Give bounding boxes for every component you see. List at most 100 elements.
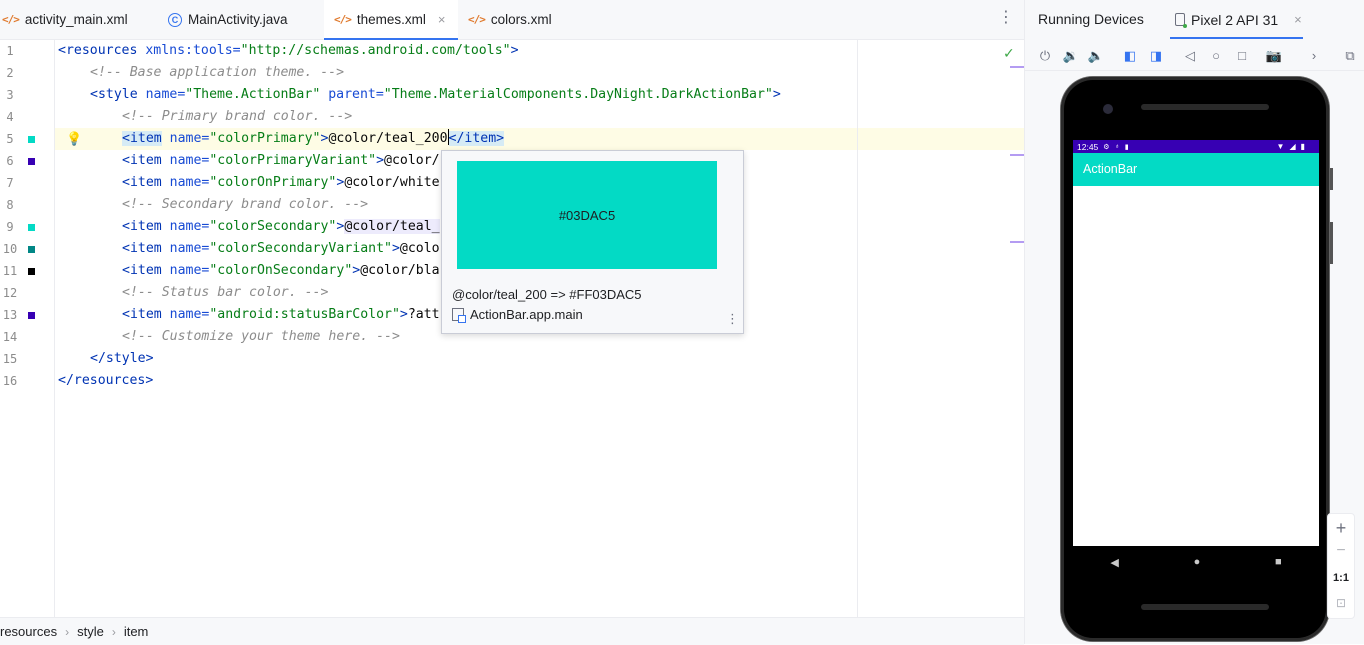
xml-text: @color/teal_: [344, 219, 440, 234]
xml-text: @color/teal_200: [328, 131, 448, 146]
line-number: 5: [6, 132, 14, 146]
running-devices-pane: Running Devices Pixel 2 API 31 × ⏻ 🔉 🔈 ◧…: [1024, 0, 1364, 644]
xml-tag: >: [510, 43, 519, 58]
scrollbar-marker[interactable]: [1010, 66, 1024, 68]
xml-comment: <!-- Secondary brand color. -->: [122, 197, 369, 212]
xml-tag: <style: [90, 87, 138, 102]
xml-file-icon: </>: [334, 13, 352, 26]
rotate-left-icon[interactable]: ◧: [1121, 48, 1139, 64]
breadcrumb-item[interactable]: resources: [0, 624, 57, 639]
screenshot-icon[interactable]: 📷: [1265, 48, 1283, 64]
no-problems-check-icon[interactable]: ✓: [1003, 45, 1015, 62]
xml-attr: name=: [137, 87, 186, 102]
breadcrumb-item[interactable]: item: [124, 624, 149, 639]
home-icon[interactable]: ○: [1207, 48, 1225, 64]
nav-recents-icon[interactable]: ■: [1275, 556, 1282, 568]
editor-tab-bar: </> activity_main.xml C MainActivity.jav…: [0, 0, 1024, 40]
tab-label: activity_main.xml: [24, 12, 128, 27]
xml-text: @color/white: [344, 175, 440, 190]
zoom-actual-size[interactable]: 1:1: [1328, 572, 1354, 584]
breadcrumb-item[interactable]: style: [77, 624, 104, 639]
xml-file-icon: </>: [468, 13, 486, 26]
xml-tag: <item: [122, 219, 162, 234]
code-line-15: </style>: [90, 348, 154, 370]
xml-attr: xmlns:tools=: [137, 43, 241, 58]
ide-window: </> activity_main.xml C MainActivity.jav…: [0, 0, 1364, 645]
running-devices-title: Running Devices: [1038, 11, 1144, 27]
line-number: 2: [6, 66, 14, 80]
code-line-1: <resources xmlns:tools="http://schemas.a…: [58, 40, 519, 62]
code-line-5: <item name="colorPrimary">@color/teal_20…: [122, 128, 505, 150]
xml-attr: name=: [161, 153, 210, 168]
xml-tag: >: [772, 87, 781, 102]
xml-tag: </style>: [90, 351, 154, 366]
code-line-4: <!-- Primary brand color. -->: [122, 106, 352, 128]
xml-file-icon: </>: [2, 13, 20, 26]
device-screen[interactable]: 12:45 ⚙ ♁ ▮ ▼ ◢ ▮ ActionBar: [1073, 140, 1319, 546]
xml-tag: </resources>: [58, 373, 154, 388]
color-hex-label: #03DAC5: [558, 207, 616, 223]
device-icon: [1175, 13, 1187, 28]
power-side-button: [1330, 222, 1333, 264]
close-tab-icon[interactable]: ×: [438, 12, 446, 27]
code-line-7: <item name="colorOnPrimary">@color/white: [122, 172, 440, 194]
code-line-10: <item name="colorSecondaryVariant">@colo: [122, 238, 440, 260]
color-swatch-gutter[interactable]: [28, 136, 35, 143]
xml-tag: <item: [122, 307, 162, 322]
xml-attr: name=: [161, 241, 210, 256]
zoom-in-icon[interactable]: +: [1328, 518, 1354, 539]
line-number: 12: [2, 286, 18, 300]
xml-value: "android:statusBarColor": [209, 307, 400, 322]
tab-label: themes.xml: [356, 12, 426, 27]
module-icon: [452, 308, 466, 323]
xml-comment: <!-- Customize your theme here. -->: [122, 329, 400, 344]
volume-rocker: [1330, 168, 1333, 190]
code-line-2: <!-- Base application theme. -->: [90, 62, 344, 84]
tab-themes-xml[interactable]: </> themes.xml ×: [324, 0, 458, 40]
device-frame-icon[interactable]: ⧉: [1341, 48, 1359, 64]
line-number: 4: [6, 110, 14, 124]
overview-icon[interactable]: □: [1233, 48, 1251, 64]
xml-text: ?att: [407, 307, 440, 322]
notification-icon: ♁: [1114, 143, 1120, 150]
color-swatch-gutter[interactable]: [28, 246, 35, 253]
code-line-11: <item name="colorOnSecondary">@color/bla: [122, 260, 440, 282]
tab-main-activity-java[interactable]: C MainActivity.java: [168, 0, 318, 39]
color-swatch-gutter[interactable]: [28, 224, 35, 231]
volume-up-icon[interactable]: 🔉: [1062, 48, 1080, 64]
xml-tag: </item>: [448, 131, 505, 146]
tab-activity-main-xml[interactable]: </> activity_main.xml: [0, 0, 152, 39]
xml-tag: <item: [122, 131, 162, 146]
power-icon[interactable]: ⏻: [1036, 48, 1054, 64]
nav-home-icon[interactable]: ●: [1194, 556, 1201, 568]
scrollbar-marker[interactable]: [1010, 154, 1024, 156]
code-line-12: <!-- Status bar color. -->: [122, 282, 328, 304]
popup-more-icon[interactable]: ⋮: [726, 312, 739, 325]
zoom-out-icon[interactable]: −: [1328, 542, 1354, 560]
color-preview-popup: #03DAC5 @color/teal_200 => #FF03DAC5 Act…: [441, 150, 744, 334]
xml-comment: <!-- Base application theme. -->: [90, 65, 345, 80]
more-icon[interactable]: ›: [1305, 48, 1323, 64]
color-swatch-gutter[interactable]: [28, 312, 35, 319]
zoom-fit-icon[interactable]: ⊡: [1328, 596, 1354, 610]
device-tab-pixel-2[interactable]: Pixel 2 API 31 ×: [1170, 0, 1303, 39]
tab-actions-more-icon[interactable]: ⋮: [998, 10, 1014, 26]
color-swatch-gutter[interactable]: [28, 268, 35, 275]
xml-tag: >: [376, 153, 385, 168]
xml-text: @colo: [399, 241, 440, 256]
nav-back-icon[interactable]: ◀: [1110, 556, 1118, 569]
scrollbar-marker[interactable]: [1010, 241, 1024, 243]
wifi-icon: ▼: [1276, 142, 1285, 151]
tab-label: colors.xml: [490, 12, 552, 27]
editor-gutter: 1 2 3 4 5 6 7 8 9 10 11 12 13 14 15 16: [0, 40, 55, 617]
back-icon[interactable]: ◁: [1181, 48, 1199, 64]
module-link[interactable]: ActionBar.app.main: [452, 307, 583, 323]
color-swatch-gutter[interactable]: [28, 158, 35, 165]
rotate-right-icon[interactable]: ◨: [1147, 48, 1165, 64]
android-status-bar: 12:45 ⚙ ♁ ▮ ▼ ◢ ▮: [1073, 140, 1319, 153]
xml-tag: <item: [122, 263, 162, 278]
close-device-tab-icon[interactable]: ×: [1294, 12, 1302, 27]
xml-tag: <resources: [58, 43, 138, 58]
tab-colors-xml[interactable]: </> colors.xml: [468, 0, 588, 39]
volume-down-icon[interactable]: 🔈: [1087, 48, 1105, 64]
